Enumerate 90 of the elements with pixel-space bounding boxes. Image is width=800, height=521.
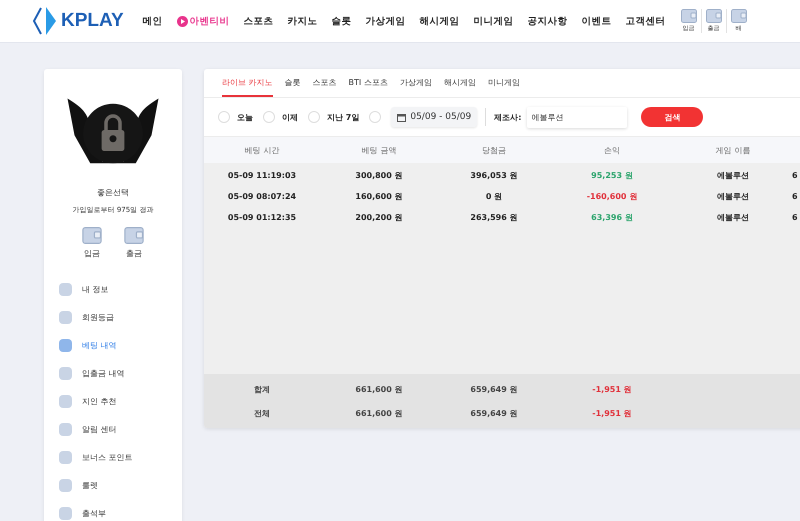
sidebar-item[interactable]: 내 정보 xyxy=(59,275,182,303)
nav-link[interactable]: 고객센터 xyxy=(618,14,673,28)
sidebar-item[interactable]: 입출금 내역 xyxy=(59,359,182,387)
sidebar-item[interactable]: 베팅 내역 xyxy=(59,331,182,359)
table-cell-text: 661,600 원 xyxy=(354,408,404,420)
table-cell-text: 05-09 08:07:24 xyxy=(226,191,298,203)
sidebar-item[interactable]: 알림 센터 xyxy=(59,415,182,443)
nav-link[interactable]: 가상게임 xyxy=(358,14,413,28)
table-cell-text: 659,649 원 xyxy=(469,384,519,396)
wallet-icon xyxy=(82,227,102,244)
table-cell-text: 396,053 원 xyxy=(469,170,519,182)
table-cell-text: 63,396 원 xyxy=(590,212,634,224)
category-tab[interactable]: 슬롯 xyxy=(284,69,301,97)
wallet-icon xyxy=(124,227,144,244)
nav-link[interactable]: 미니게임 xyxy=(466,14,521,28)
menu-icon xyxy=(59,450,72,464)
column-header: 베팅 시간 xyxy=(244,144,280,156)
table-cell-text: 6 xyxy=(792,170,799,182)
menu-icon xyxy=(59,478,72,492)
logo-icon xyxy=(32,6,58,36)
table-cell-text: 전체 xyxy=(253,408,271,420)
wallet-icon xyxy=(680,9,697,23)
table-cell-text: 160,600 원 xyxy=(354,191,404,203)
category-tab[interactable]: 미니게임 xyxy=(488,69,520,97)
sidebar-item[interactable]: 회원등급 xyxy=(59,303,182,331)
nav-link[interactable]: 해시게임 xyxy=(412,14,467,28)
date-range-field[interactable]: 05/09 - 05/09 xyxy=(391,107,478,127)
table-cell-text: 200,200 원 xyxy=(354,212,404,224)
wallet-icon xyxy=(730,9,747,23)
sidebar-item[interactable]: 지인 추천 xyxy=(59,387,182,415)
nav-link[interactable]: 슬롯 xyxy=(324,14,359,28)
wallet-action-button[interactable]: 입금 xyxy=(82,227,102,259)
table-cell-text: 659,649 원 xyxy=(469,408,519,420)
provider-field[interactable]: 에볼루션 xyxy=(527,106,628,128)
search-button[interactable]: 검색 xyxy=(641,107,704,127)
column-header: 손익 xyxy=(603,144,621,156)
logo-text[interactable]: KPLAY xyxy=(61,10,124,32)
table-cell-text: 6 xyxy=(792,191,799,203)
table-cell-text: -1,951 원 xyxy=(591,408,633,420)
table-cell-text: 6 xyxy=(792,212,799,224)
menu-icon xyxy=(59,506,72,520)
nav-link[interactable]: 공지사항 xyxy=(520,14,575,28)
radio-button[interactable] xyxy=(263,111,275,123)
radio-label: 지난 7일 xyxy=(327,112,360,122)
column-header: 당첨금 xyxy=(481,144,507,156)
table-cell-text: 0 원 xyxy=(484,191,504,203)
calendar-icon xyxy=(397,112,406,122)
nav-link[interactable]: 이벤트 xyxy=(574,14,619,28)
provider-label: 제조사: xyxy=(494,112,522,122)
radio-label: 오늘 xyxy=(237,112,253,122)
category-tab[interactable]: 라이브 카지노 xyxy=(222,69,273,97)
nav-link[interactable]: 메인 xyxy=(136,14,170,28)
sidebar-item[interactable]: 보너스 포인트 xyxy=(59,443,182,471)
table-cell-text: 05-09 01:12:35 xyxy=(226,212,298,224)
table-cell-text: 에볼루션 xyxy=(716,170,750,182)
menu-icon xyxy=(59,366,72,380)
table-cell-text: 에볼루션 xyxy=(716,191,750,203)
radio-button[interactable] xyxy=(369,111,382,123)
wallet-action-button[interactable]: 출금 xyxy=(124,227,144,259)
wallet-icon xyxy=(706,9,722,23)
menu-icon xyxy=(59,338,72,352)
table-cell-text: 05-09 11:19:03 xyxy=(226,170,298,182)
table-cell-text: -1,951 원 xyxy=(591,384,633,396)
radio-button[interactable] xyxy=(218,111,230,123)
username: 좋은선택 xyxy=(97,187,129,198)
category-tab[interactable]: 가상게임 xyxy=(400,69,432,97)
table-cell-text: 300,800 원 xyxy=(354,170,404,182)
column-header: 베팅 금액 xyxy=(360,144,398,156)
nav-link[interactable]: 카지노 xyxy=(280,14,325,28)
menu-icon xyxy=(59,394,72,408)
table-cell-text: -160,600 원 xyxy=(586,191,638,203)
nav-link[interactable]: 아벤티비 xyxy=(170,14,237,28)
table-cell-text: 263,596 원 xyxy=(469,212,519,224)
table-cell-text: 합계 xyxy=(253,384,271,396)
category-tab[interactable]: 해시게임 xyxy=(444,69,476,97)
column-header: 게임 이름 xyxy=(714,144,752,156)
menu-icon xyxy=(59,422,72,436)
nav-link[interactable]: 스포츠 xyxy=(236,14,281,28)
sidebar-item[interactable]: 룰렛 xyxy=(59,471,182,499)
table-cell-text: 95,253 원 xyxy=(590,170,634,182)
radio-label: 이제 xyxy=(282,112,298,122)
category-tab[interactable]: BTI 스포츠 xyxy=(348,69,388,97)
category-tab[interactable]: 스포츠 xyxy=(312,69,337,97)
menu-icon xyxy=(59,282,72,296)
play-icon xyxy=(176,16,188,26)
sidebar-item[interactable]: 출석부 xyxy=(59,499,182,521)
menu-icon xyxy=(59,310,72,324)
table-cell-text: 에볼루션 xyxy=(716,212,750,224)
table-cell-text: 661,600 원 xyxy=(354,384,404,396)
radio-button[interactable] xyxy=(308,111,320,123)
